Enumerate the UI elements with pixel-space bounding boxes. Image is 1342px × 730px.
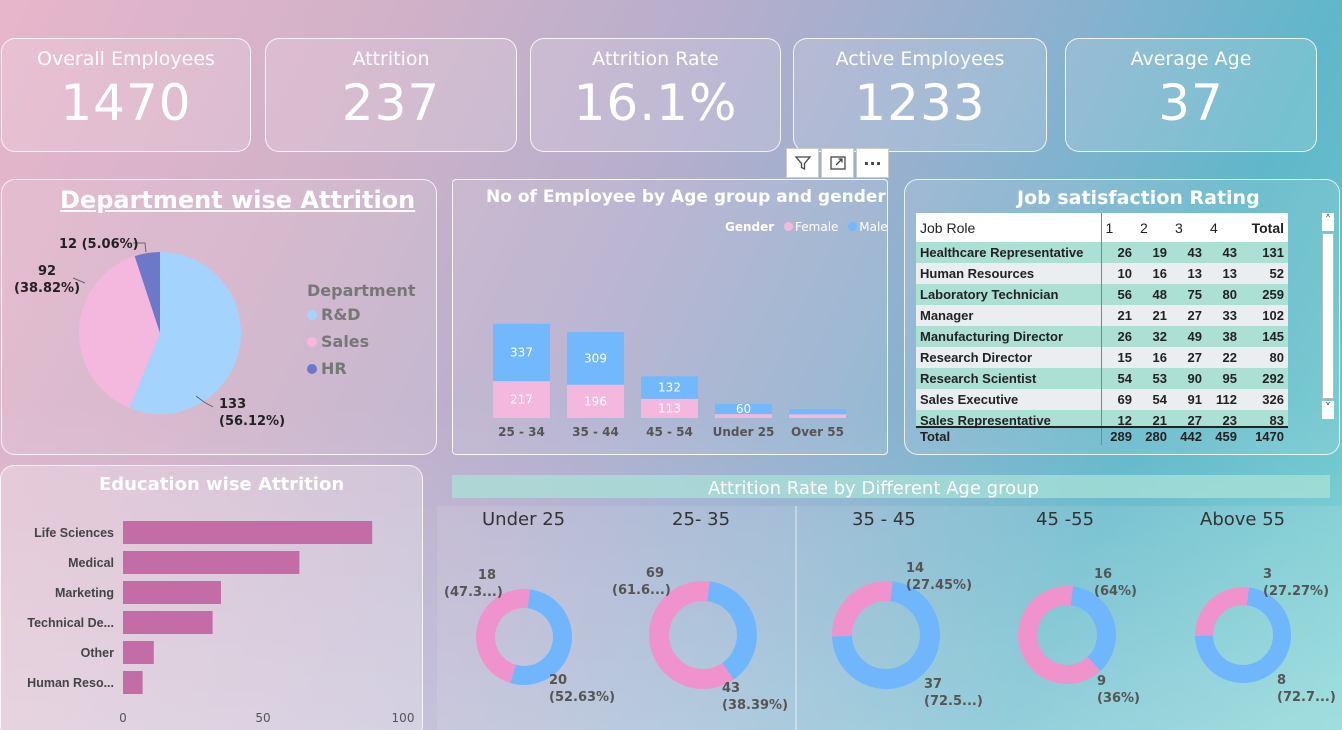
donut-label-bottom: 9 (36%) [1097,674,1140,706]
donut-label-top: 14 (27.45%) [906,561,973,593]
donut-label-top: 18 (47.3...) [444,568,503,600]
donut-label-bottom: 20 (52.63%) [549,673,616,705]
donut-slice-no[interactable] [707,581,758,680]
donut-label-bottom: 37 (72.5...) [924,677,983,709]
donut-slice-yes[interactable] [1195,587,1250,636]
donut-label-bottom: 43 (38.39%) [722,681,789,713]
donut-slice-yes[interactable] [832,581,893,637]
donut-label-top: 16 (64%) [1094,567,1137,599]
age-attrition-donut-charts[interactable] [0,0,1342,730]
donut-label-bottom: 8 (72.7...) [1277,673,1336,705]
donut-label-top: 69 (61.6...) [612,566,671,598]
donut-label-top: 3 (27.27%) [1263,567,1330,599]
